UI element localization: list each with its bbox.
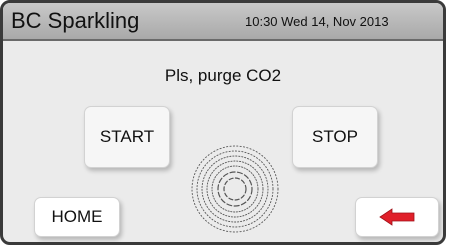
app-title: BC Sparkling	[11, 8, 140, 33]
start-button[interactable]: START	[84, 106, 170, 168]
instruction-prompt: Pls, purge CO2	[164, 66, 282, 85]
home-button[interactable]: HOME	[34, 197, 120, 237]
stop-button[interactable]: STOP	[292, 106, 378, 168]
back-button[interactable]	[355, 197, 439, 237]
start-button-label: START	[99, 127, 155, 146]
stop-button-label: STOP	[312, 127, 358, 146]
concentric-rings-icon	[191, 145, 279, 233]
left-arrow-icon	[379, 208, 415, 226]
home-button-label: HOME	[51, 207, 103, 226]
screen-panel: BC Sparkling 10:30 Wed 14, Nov 2013 Pls,…	[0, 0, 446, 245]
header-bar: BC Sparkling 10:30 Wed 14, Nov 2013	[3, 3, 443, 41]
datetime-display: 10:30 Wed 14, Nov 2013	[245, 14, 389, 29]
